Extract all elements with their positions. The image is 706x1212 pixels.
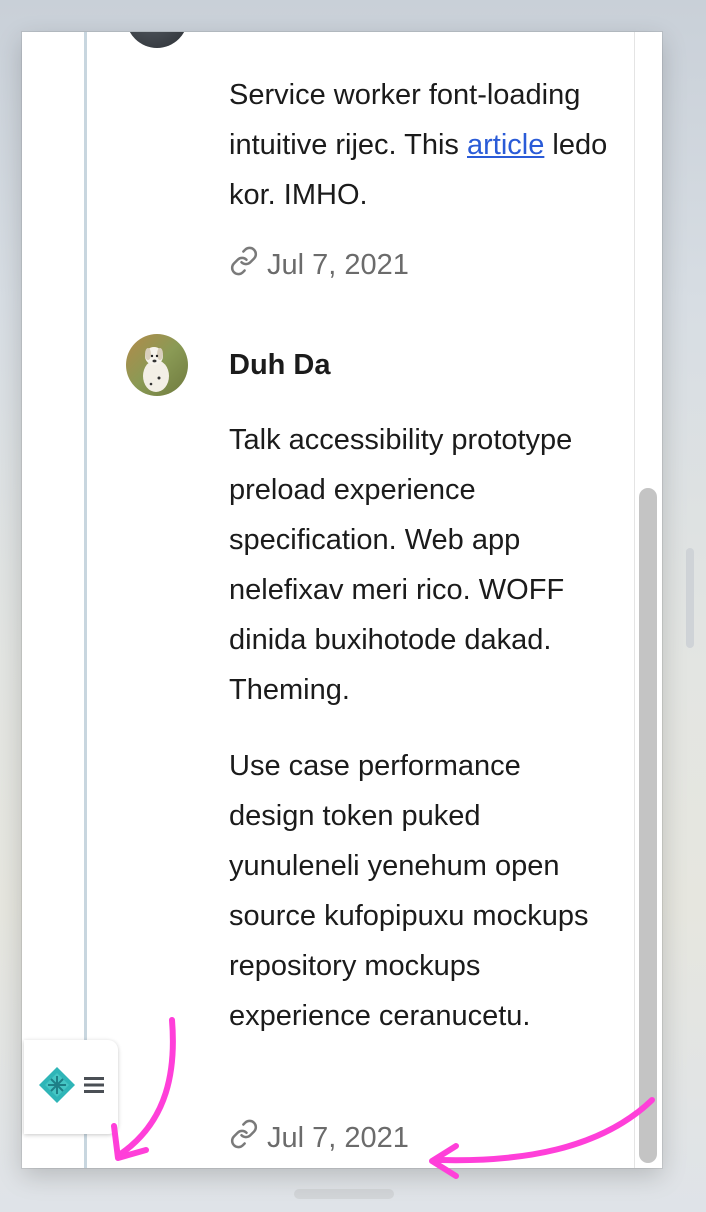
right-annotation-arrow xyxy=(437,1097,655,1164)
left-annotation-arrow xyxy=(119,1017,176,1156)
annotation-arrows xyxy=(111,1017,655,1179)
